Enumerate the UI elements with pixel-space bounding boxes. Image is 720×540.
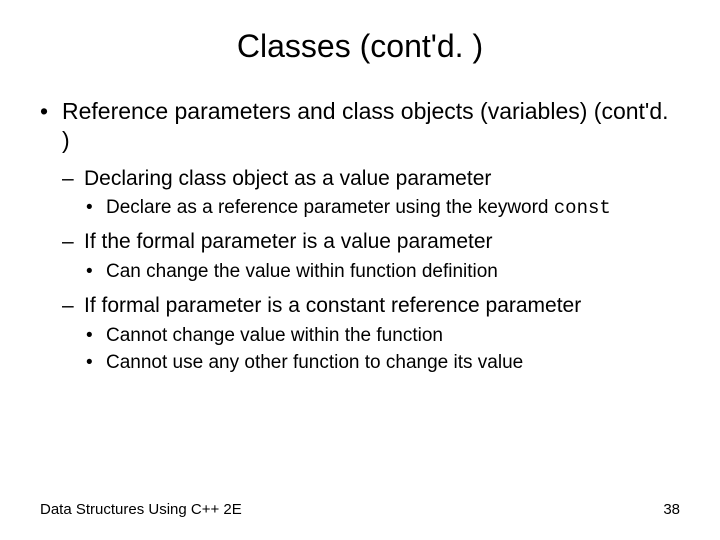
bullet-sublist: Declaring class object as a value parame…	[62, 165, 680, 377]
bullet-level2: Declaring class object as a value parame…	[62, 165, 680, 221]
code-keyword: const	[554, 197, 611, 219]
bullet-sublist: Declare as a reference parameter using t…	[84, 196, 680, 221]
bullet-list: Reference parameters and class objects (…	[40, 97, 680, 376]
bullet-text: Declaring class object as a value parame…	[84, 167, 491, 190]
slide-title: Classes (cont'd. )	[40, 28, 680, 65]
bullet-level2: If formal parameter is a constant refere…	[62, 292, 680, 376]
bullet-text: Can change the value within function def…	[106, 261, 498, 282]
bullet-level3: Declare as a reference parameter using t…	[84, 196, 680, 221]
bullet-text: If formal parameter is a constant refere…	[84, 294, 581, 317]
slide-footer: Data Structures Using C++ 2E 38	[40, 501, 680, 518]
page-number: 38	[663, 501, 680, 518]
bullet-level1: Reference parameters and class objects (…	[40, 97, 680, 376]
bullet-text: Cannot change value within the function	[106, 325, 443, 346]
bullet-level3: Can change the value within function def…	[84, 260, 680, 285]
bullet-text: Cannot use any other function to change …	[106, 352, 523, 373]
bullet-level2: If the formal parameter is a value param…	[62, 228, 680, 284]
bullet-text: Declare as a reference parameter using t…	[106, 197, 554, 218]
bullet-text: If the formal parameter is a value param…	[84, 230, 493, 253]
bullet-text: Reference parameters and class objects (…	[62, 98, 669, 153]
bullet-sublist: Can change the value within function def…	[84, 260, 680, 285]
bullet-level3: Cannot use any other function to change …	[84, 351, 680, 376]
footer-left: Data Structures Using C++ 2E	[40, 501, 242, 518]
slide: Classes (cont'd. ) Reference parameters …	[0, 0, 720, 540]
bullet-level3: Cannot change value within the function	[84, 324, 680, 349]
bullet-sublist: Cannot change value within the function …	[84, 324, 680, 376]
